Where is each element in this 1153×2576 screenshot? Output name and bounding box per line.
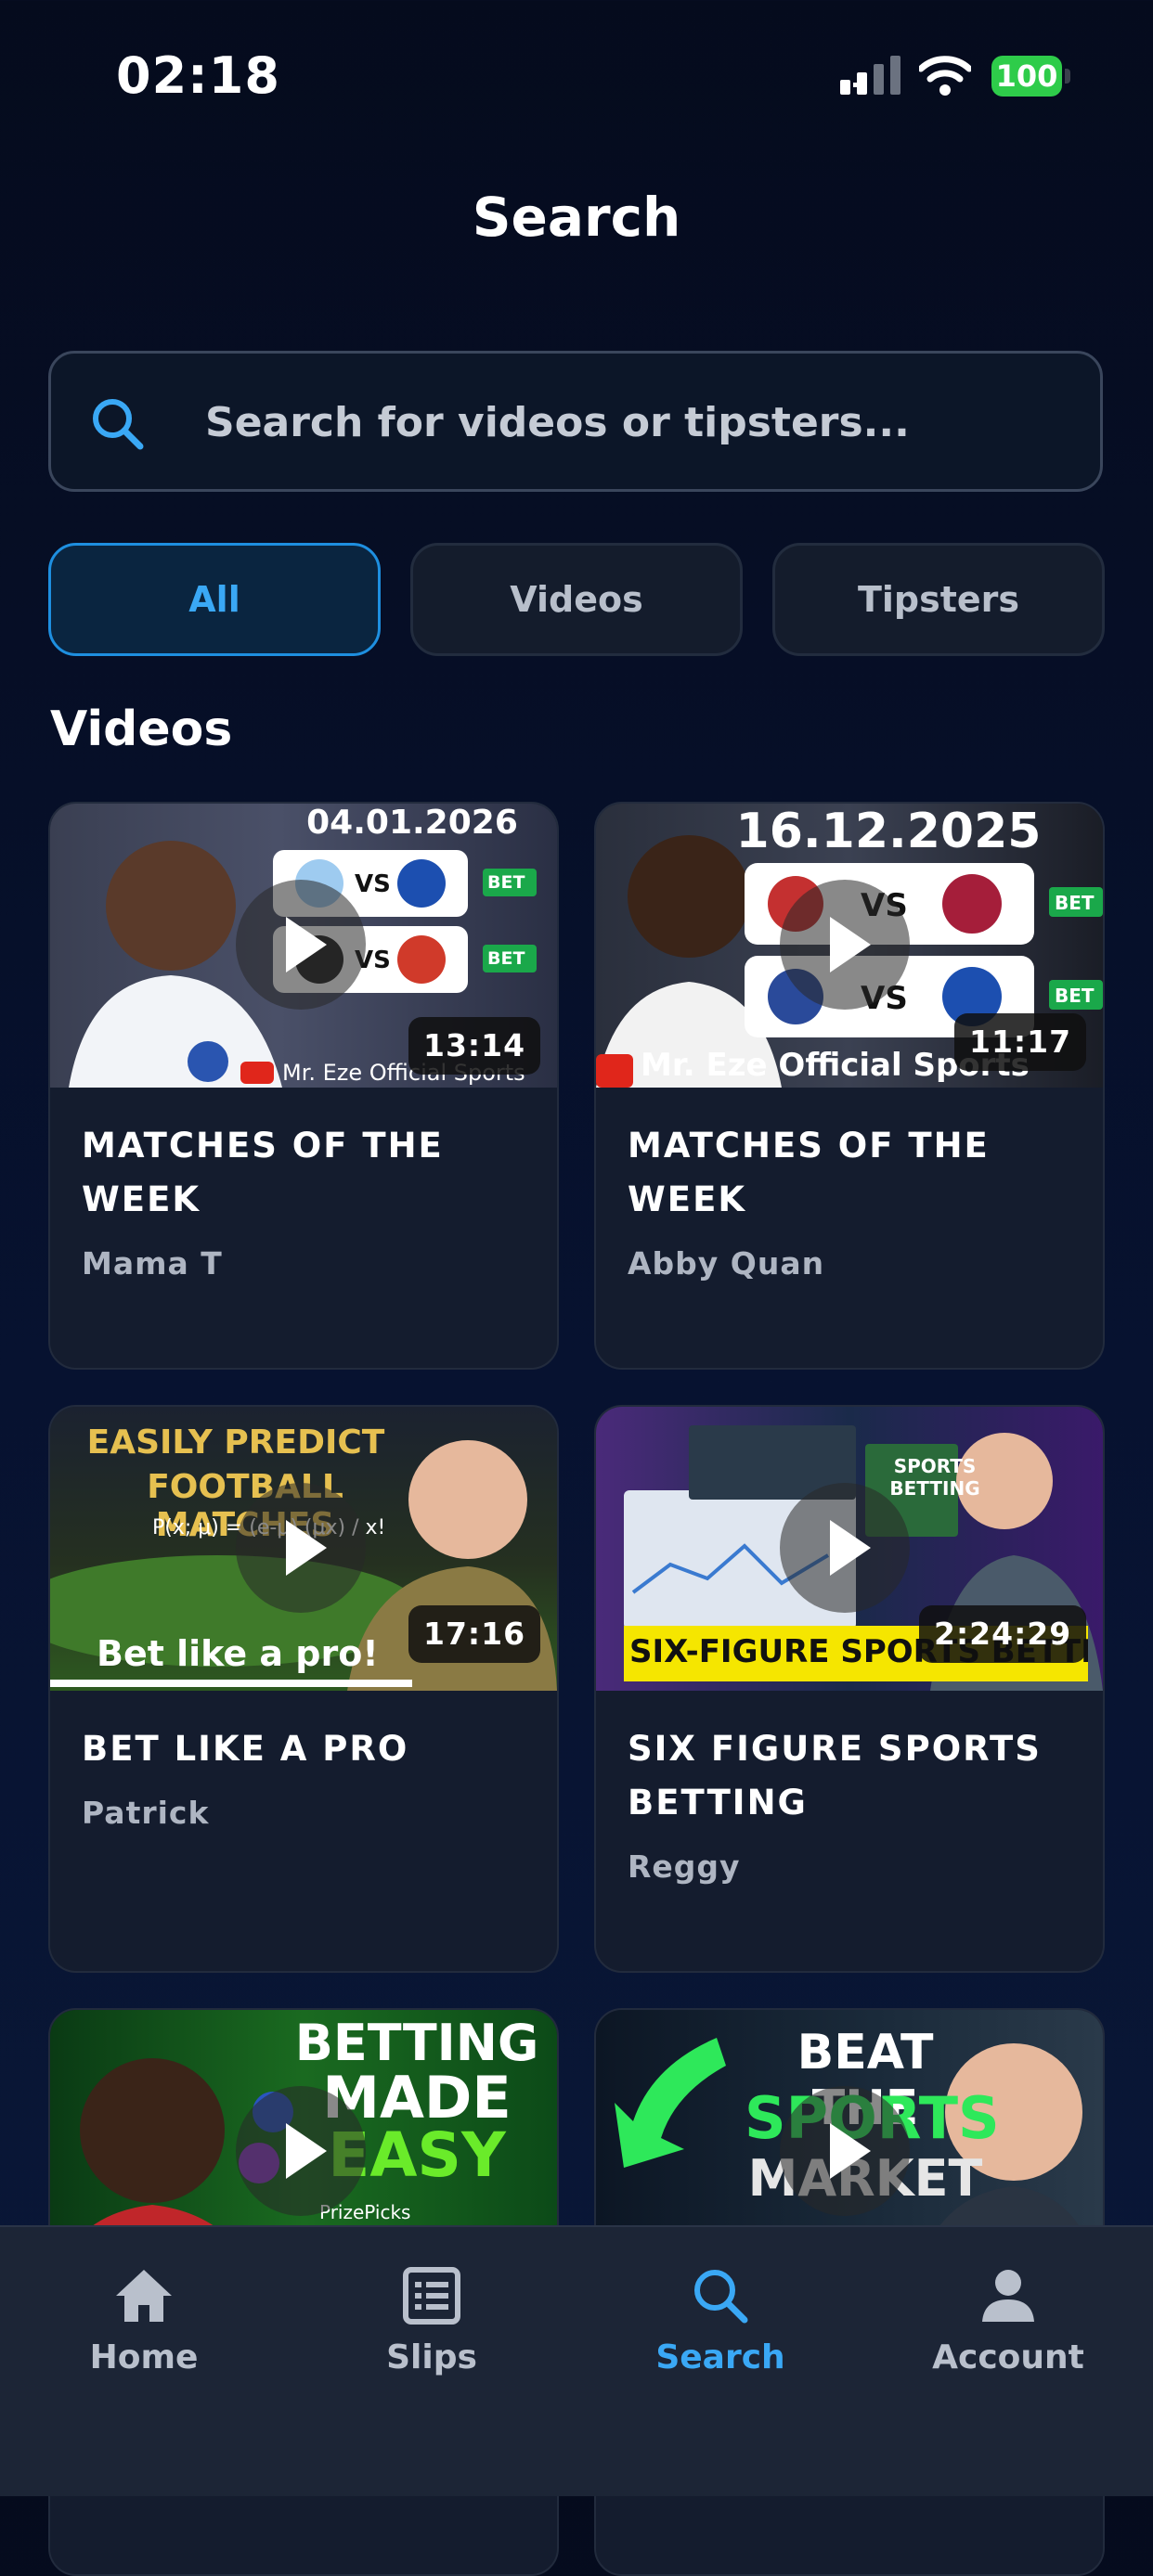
- video-title: SIX FIGURE SPORTS BETTING: [628, 1729, 1042, 1823]
- video-title: BET LIKE A PRO: [82, 1729, 409, 1769]
- video-duration: 2:24:29: [919, 1605, 1087, 1663]
- video-title: MATCHES OF THE WEEK: [82, 1126, 444, 1219]
- videos-section-title: Videos: [50, 702, 233, 757]
- thumbnail-vs: VS: [355, 870, 391, 898]
- wifi-icon: [919, 56, 971, 96]
- filter-tipsters-chip[interactable]: Tipsters: [772, 543, 1105, 656]
- search-icon: [93, 399, 144, 450]
- thumbnail-date: 16.12.2025: [735, 804, 1042, 859]
- video-author: Abby Quan: [628, 1245, 825, 1282]
- bet-badge: BET: [1055, 892, 1095, 914]
- video-author: Reggy: [628, 1848, 741, 1885]
- account-icon: [982, 2270, 1034, 2322]
- home-icon: [116, 2270, 172, 2322]
- nav-slips[interactable]: Slips: [311, 2264, 552, 2394]
- bet-badge: BET: [1055, 985, 1095, 1007]
- bet-badge: BET: [487, 872, 525, 893]
- search-icon: [694, 2270, 748, 2324]
- video-title: MATCHES OF THE WEEK: [628, 1126, 990, 1219]
- video-thumbnail: EASILY PREDICT FOOTBALL MATCHES P(x; μ) …: [50, 1407, 557, 1691]
- video-card[interactable]: 04.01.2026 VS VS BET BET Mr. Eze Officia…: [48, 802, 559, 1370]
- bottom-nav: Home Slips Search Account: [0, 2225, 1153, 2496]
- battery-indicator: 100: [991, 56, 1070, 97]
- video-thumbnail: SPORTS BETTING SIX-FIGURE SPORTS BETTING…: [596, 1407, 1103, 1691]
- nav-home[interactable]: Home: [23, 2264, 265, 2394]
- play-icon[interactable]: [236, 880, 366, 1010]
- thumbnail-sign: SPORTS BETTING: [889, 1455, 980, 1500]
- video-author: Mama T: [82, 1245, 223, 1282]
- nav-slips-label: Slips: [386, 2338, 477, 2376]
- cellular-signal-icon: [840, 56, 900, 95]
- status-bar: 02:18 100: [0, 0, 1153, 148]
- thumbnail-date: 04.01.2026: [306, 804, 518, 842]
- video-duration: 13:14: [408, 1017, 541, 1075]
- filter-all-chip[interactable]: All: [48, 543, 381, 656]
- video-card[interactable]: SPORTS BETTING SIX-FIGURE SPORTS BETTING…: [594, 1405, 1105, 1973]
- page-title: Search: [472, 186, 681, 249]
- video-card[interactable]: 16.12.2025 VS VS BET BET Mr. Eze Officia…: [594, 802, 1105, 1370]
- video-author: Patrick: [82, 1795, 210, 1831]
- bet-badge: BET: [487, 948, 525, 969]
- video-card[interactable]: EASILY PREDICT FOOTBALL MATCHES P(x; μ) …: [48, 1405, 559, 1973]
- play-icon[interactable]: [780, 880, 910, 1010]
- nav-account[interactable]: Account: [887, 2264, 1129, 2394]
- video-duration: 17:16: [408, 1605, 541, 1663]
- list-icon: [403, 2267, 460, 2325]
- thumbnail-tagline: Bet like a pro!: [97, 1633, 379, 1674]
- nav-account-label: Account: [932, 2338, 1084, 2376]
- search-input[interactable]: [203, 354, 1043, 491]
- status-time: 02:18: [116, 46, 280, 105]
- search-bar[interactable]: [48, 351, 1103, 492]
- thumbnail-headline: EASILY PREDICT: [86, 1423, 385, 1462]
- play-icon[interactable]: [780, 2086, 910, 2216]
- video-thumbnail: 16.12.2025 VS VS BET BET Mr. Eze Officia…: [596, 804, 1103, 1088]
- nav-search[interactable]: Search: [600, 2264, 841, 2394]
- play-icon[interactable]: [236, 1483, 366, 1613]
- video-duration: 11:17: [954, 1013, 1087, 1071]
- play-icon[interactable]: [236, 2086, 366, 2216]
- battery-level: 100: [991, 56, 1062, 97]
- filter-videos-chip[interactable]: Videos: [410, 543, 743, 656]
- battery-cap: [1065, 69, 1070, 84]
- play-icon[interactable]: [780, 1483, 910, 1613]
- video-thumbnail: 04.01.2026 VS VS BET BET Mr. Eze Officia…: [50, 804, 557, 1088]
- nav-search-label: Search: [655, 2338, 785, 2376]
- nav-home-label: Home: [89, 2338, 199, 2376]
